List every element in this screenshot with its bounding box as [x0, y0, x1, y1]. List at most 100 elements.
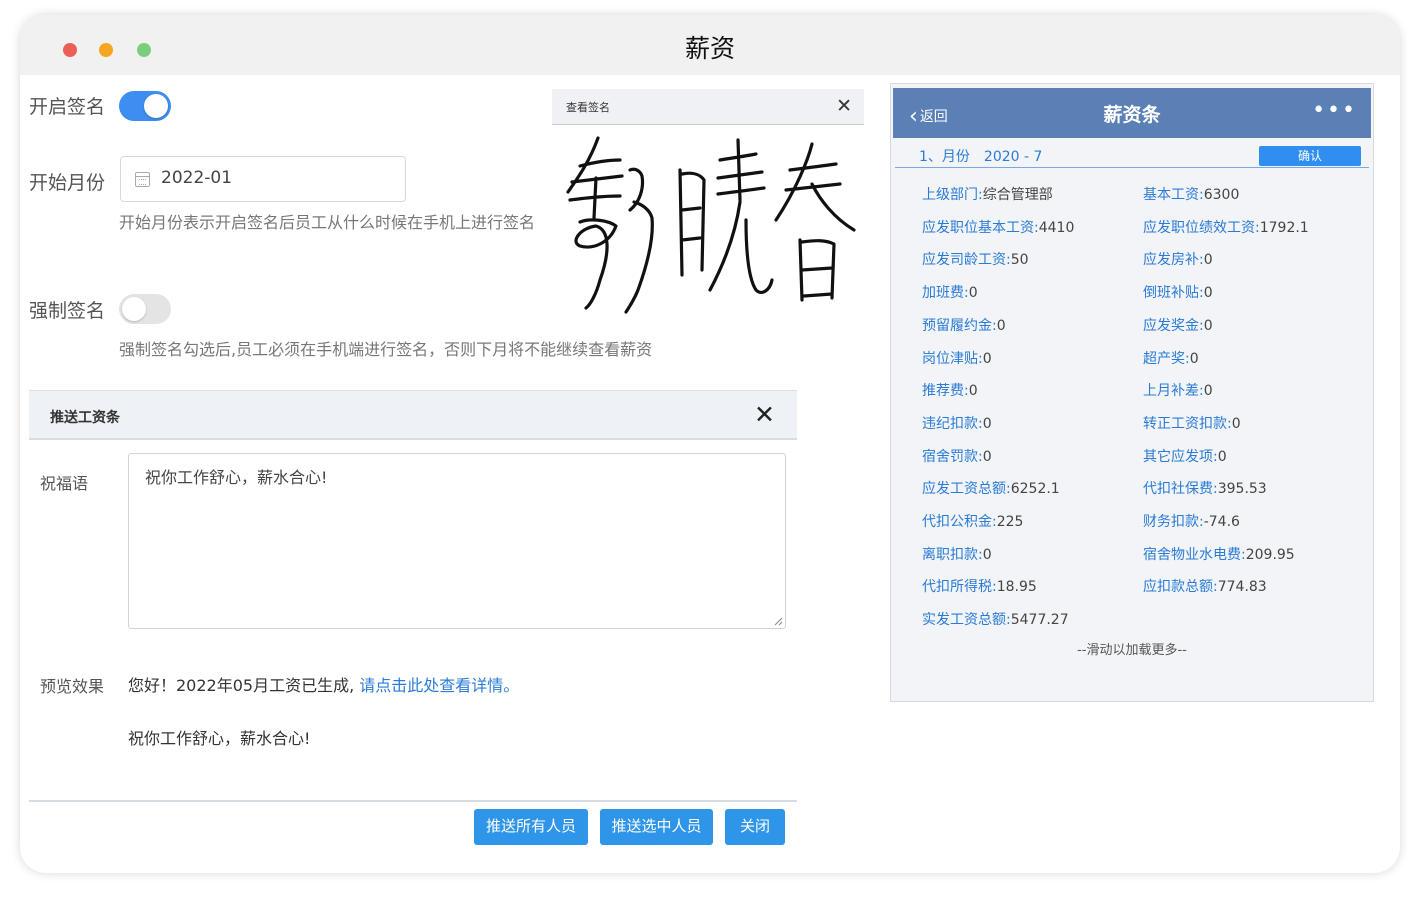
preview-message: 您好！2022年05月工资已生成, 请点击此处查看详情。	[128, 672, 519, 696]
resize-handle-icon[interactable]	[773, 616, 783, 626]
force-signature-toggle[interactable]	[119, 294, 171, 324]
preview-detail-link[interactable]: 请点击此处查看详情。	[359, 676, 519, 695]
payslip-item-value: 5477.27	[1010, 612, 1069, 629]
payslip-item: 应发房补:0	[1143, 249, 1213, 269]
payslip-item: 加班费:0	[922, 282, 978, 302]
payslip-phone-preview: ‹ 返回 薪资条 ••• 1、月份 2020 - 7 确认 上级部门:综合管理部 应发…	[890, 83, 1374, 702]
greeting-label: 祝福语	[40, 474, 89, 493]
payslip-item-key: 应发职位基本工资:	[922, 219, 1039, 236]
payslip-item-value: 774.83	[1217, 579, 1267, 596]
payslip-item: 应发职位基本工资:4410	[922, 217, 1074, 237]
payslip-item: 推荐费:0	[922, 380, 978, 400]
payslip-item-value: 综合管理部	[982, 187, 1053, 203]
payslip-item-value: 0	[982, 448, 992, 465]
payslip-item-value: 0	[1203, 317, 1213, 334]
force-signature-label: 强制签名	[29, 300, 106, 322]
payslip-item-key: 应发奖金:	[1143, 317, 1204, 334]
payslip-item: 超产奖:0	[1143, 348, 1199, 368]
payslip-item: 宿舍罚款:0	[922, 446, 992, 466]
push-all-button[interactable]: 推送所有人员	[474, 809, 588, 845]
month-field: 1、月份 2020 - 7	[919, 146, 1042, 166]
month-row: 1、月份 2020 - 7 确认	[895, 144, 1369, 168]
greeting-text: 祝你工作舒心，薪水合心!	[145, 468, 328, 487]
payslip-item-value: 0	[968, 383, 978, 400]
payslip-item-value: 0	[1203, 285, 1213, 302]
payslip-item: 转正工资扣款:0	[1143, 413, 1241, 433]
preview-line2: 祝你工作舒心，薪水合心!	[128, 729, 311, 748]
payslip-item: 倒班补贴:0	[1143, 282, 1213, 302]
more-icon[interactable]: •••	[1312, 98, 1357, 123]
handwritten-signature	[566, 136, 856, 314]
payslip-item-value: 0	[968, 285, 978, 302]
payslip-item-key: 应发司龄工资:	[922, 252, 1011, 269]
signature-popup-title: 查看签名	[566, 101, 610, 114]
payslip-item-key: 应发工资总额:	[922, 481, 1011, 498]
payslip-item-value: 50	[1010, 252, 1029, 269]
payslip-item-key: 宿舍罚款:	[922, 448, 983, 465]
payslip-item-value: 0	[982, 350, 992, 367]
payslip-item: 预留履约金:0	[922, 315, 1006, 335]
push-payslip-dialog: 推送工资条 ✕ 祝福语 祝你工作舒心，薪水合心! 预览效果 您好！2022年05…	[29, 390, 797, 850]
calendar-icon	[135, 172, 150, 187]
payslip-item-value: 0	[1189, 350, 1199, 367]
payslip-item-value: 225	[996, 514, 1024, 530]
enable-signature-label: 开启签名	[29, 96, 106, 118]
close-icon[interactable]: ✕	[754, 400, 775, 429]
close-button[interactable]: 关闭	[725, 809, 785, 845]
payslip-item-key: 应发房补:	[1143, 252, 1204, 269]
payslip-item: 上月补差:0	[1143, 380, 1213, 400]
payslip-item-key: 岗位津贴:	[922, 350, 983, 367]
payslip-item-value: 18.95	[996, 579, 1037, 596]
payslip-item: 应发工资总额:6252.1	[922, 478, 1060, 498]
payslip-item-key: 代扣所得税:	[922, 579, 997, 596]
payslip-item: 代扣所得税:18.95	[922, 576, 1037, 596]
payslip-item-key: 代扣公积金:	[922, 514, 997, 530]
push-selected-button[interactable]: 推送选中人员	[600, 809, 713, 845]
preview-line1: 您好！2022年05月工资已生成,	[128, 676, 355, 695]
payslip-item-value: 1792.1	[1259, 219, 1309, 236]
confirm-button[interactable]: 确认	[1259, 146, 1361, 166]
payslip-item-key: 上月补差:	[1143, 383, 1204, 400]
payslip-item-key: 应扣款总额:	[1143, 579, 1218, 596]
start-month-input[interactable]: 2022-01	[120, 156, 406, 202]
payslip-item-key: 代扣社保费:	[1143, 481, 1218, 498]
payslip-item: 应扣款总额:774.83	[1143, 576, 1267, 596]
payslip-item-value: 6252.1	[1010, 481, 1060, 498]
payslip-item-value: 0	[1231, 415, 1241, 432]
title-bar: 薪资	[20, 15, 1400, 75]
payslip-item: 代扣社保费:395.53	[1143, 478, 1267, 498]
payslip-item-key: 实发工资总额:	[922, 612, 1011, 629]
footer-divider	[29, 800, 797, 802]
payslip-item-value: 0	[1203, 383, 1213, 400]
payslip-item: 违纪扣款:0	[922, 413, 992, 433]
payslip-item-key: 其它应发项:	[1143, 448, 1218, 465]
payslip-item-value: 0	[996, 317, 1006, 334]
close-icon[interactable]: ✕	[836, 95, 852, 117]
payslip-item-key: 转正工资扣款:	[1143, 415, 1232, 432]
start-month-value: 2022-01	[161, 168, 233, 188]
payslip-item: 上级部门:综合管理部	[922, 184, 1053, 204]
payslip-item: 应发职位绩效工资:1792.1	[1143, 217, 1309, 237]
dialog-header: 推送工资条 ✕	[29, 390, 797, 440]
payslip-item-value: 0	[1217, 448, 1227, 465]
payslip-item-key: 上级部门:	[922, 187, 983, 203]
payslip-item-value: 0	[982, 546, 992, 563]
greeting-textarea[interactable]: 祝你工作舒心，薪水合心!	[128, 453, 786, 629]
payslip-item: 离职扣款:0	[922, 544, 992, 564]
payslip-item-key: 财务扣款:	[1143, 514, 1204, 530]
preview-label: 预览效果	[40, 677, 105, 696]
payslip-item-value: 0	[982, 415, 992, 432]
payslip-item-key: 应发职位绩效工资:	[1143, 219, 1260, 236]
payslip-item-value: 4410	[1038, 219, 1075, 236]
toggle-knob	[122, 297, 146, 321]
toggle-knob	[144, 94, 168, 118]
payslip-item-key: 宿舍物业水电费:	[1143, 546, 1246, 563]
payslip-item-key: 倒班补贴:	[1143, 285, 1204, 302]
enable-signature-toggle[interactable]	[119, 91, 171, 121]
payslip-item: 财务扣款:-74.6	[1143, 511, 1240, 531]
payslip-header: ‹ 返回 薪资条 •••	[893, 88, 1371, 138]
payslip-item-key: 预留履约金:	[922, 317, 997, 334]
dialog-title: 推送工资条	[50, 410, 120, 426]
payslip-title: 薪资条	[1103, 104, 1161, 126]
payslip-item-value: 209.95	[1245, 546, 1295, 563]
